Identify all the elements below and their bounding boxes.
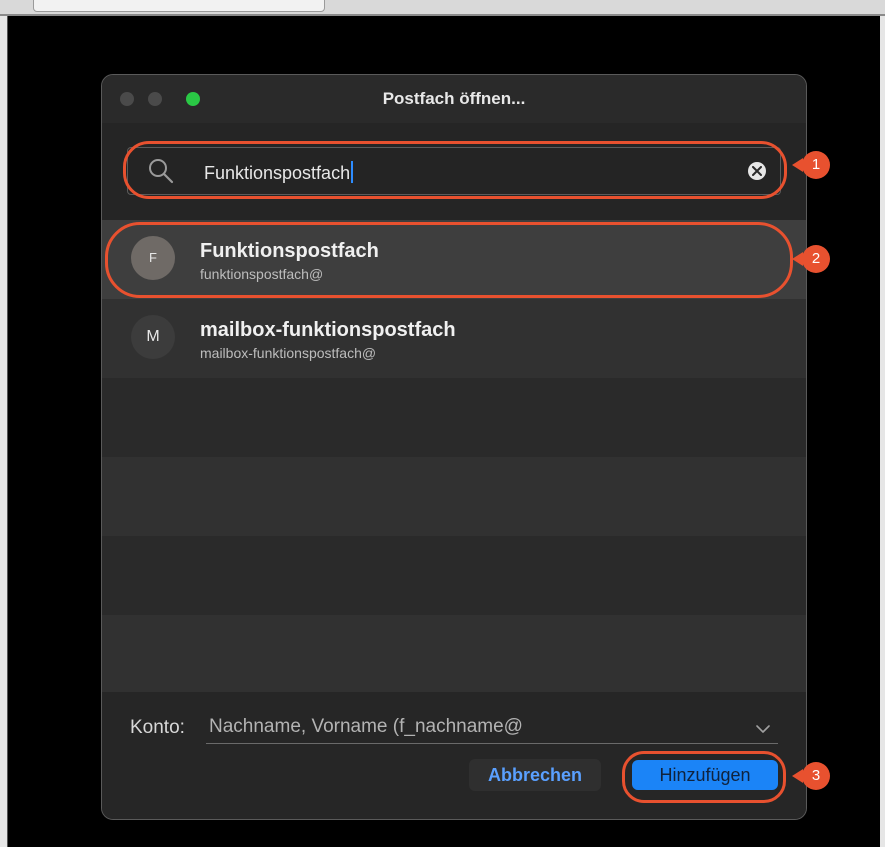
cancel-button[interactable]: Abbrechen bbox=[469, 759, 601, 791]
empty-row bbox=[102, 536, 806, 615]
account-select[interactable]: Nachname, Vorname (f_nachname@ bbox=[206, 711, 778, 744]
empty-row bbox=[102, 457, 806, 536]
result-name: mailbox-funktionspostfach bbox=[200, 319, 456, 341]
clear-icon[interactable] bbox=[748, 162, 766, 180]
result-email: funktionspostfach@ bbox=[200, 266, 324, 282]
account-select-value: Nachname, Vorname (f_nachname@ bbox=[209, 716, 523, 737]
text-caret bbox=[351, 161, 354, 183]
search-input-text: Funktionspostfach bbox=[204, 161, 354, 184]
annotation-badge-3: 3 bbox=[792, 762, 830, 790]
browser-frame bbox=[0, 0, 885, 16]
search-icon bbox=[148, 158, 174, 184]
add-button[interactable]: Hinzufügen bbox=[632, 760, 778, 790]
search-area: Funktionspostfach bbox=[102, 123, 806, 220]
avatar: F bbox=[131, 236, 175, 280]
list-item[interactable]: M mailbox-funktionspostfach mailbox-funk… bbox=[102, 299, 806, 378]
account-label: Konto: bbox=[130, 717, 185, 738]
empty-row bbox=[102, 615, 806, 692]
dialog-title: Postfach öffnen... bbox=[382, 89, 526, 108]
results-list: F Funktionspostfach funktionspostfach@ M… bbox=[102, 220, 806, 692]
search-input[interactable]: Funktionspostfach bbox=[127, 147, 781, 195]
annotation-badge-1: 1 bbox=[792, 151, 830, 179]
title-bar: Postfach öffnen... bbox=[102, 75, 806, 123]
list-item[interactable]: F Funktionspostfach funktionspostfach@ bbox=[102, 220, 806, 299]
result-name: Funktionspostfach bbox=[200, 240, 379, 262]
dialog-footer: Konto: Nachname, Vorname (f_nachname@ Ab… bbox=[102, 692, 806, 819]
browser-tab[interactable] bbox=[33, 0, 325, 12]
annotation-badge-2: 2 bbox=[792, 245, 830, 273]
empty-row bbox=[102, 378, 806, 457]
chevron-down-icon bbox=[756, 721, 770, 739]
open-mailbox-dialog: Postfach öffnen... Funktionspostfach F F… bbox=[101, 74, 807, 820]
avatar: M bbox=[131, 315, 175, 359]
result-email: mailbox-funktionspostfach@ bbox=[200, 345, 377, 361]
